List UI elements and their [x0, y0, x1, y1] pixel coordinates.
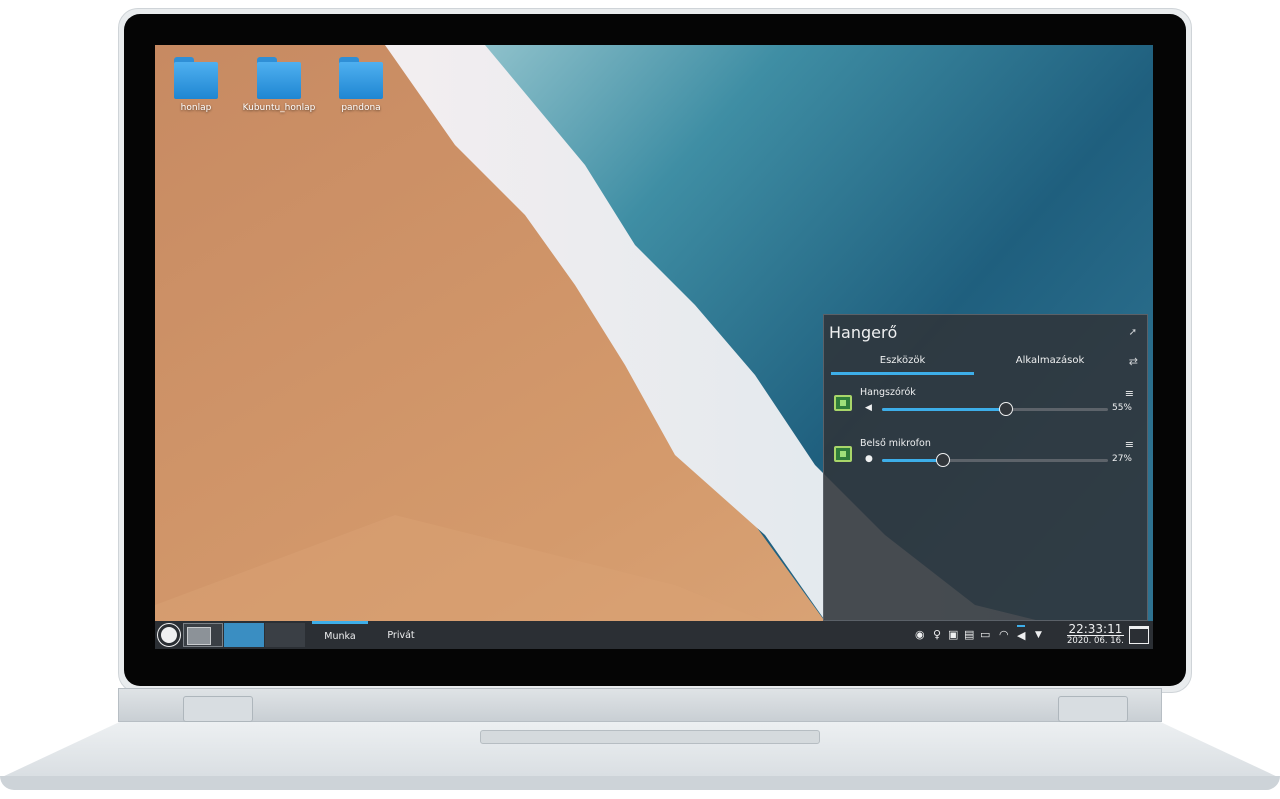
device-microphone: Belső mikrofon ≡ ● 27%	[832, 438, 1142, 484]
expand-tray-icon[interactable]: ▼	[1035, 630, 1042, 640]
folder-icon	[339, 57, 383, 99]
slider-handle[interactable]	[999, 402, 1014, 416]
desktop-icon[interactable]: pandona	[324, 57, 398, 114]
volume-fill	[882, 408, 1007, 411]
configure-icon[interactable]: ⇄	[1129, 355, 1138, 368]
notes-icon[interactable]: ▤	[964, 628, 974, 641]
clipboard-icon[interactable]: ▣	[948, 628, 958, 641]
microphone-icon[interactable]: ●	[865, 454, 873, 464]
hinge-left	[183, 696, 253, 722]
device-name: Belső mikrofon	[860, 438, 931, 449]
device-name: Hangszórók	[860, 387, 916, 398]
show-desktop-icon[interactable]	[1129, 626, 1149, 644]
menu-icon[interactable]: ≡	[1125, 387, 1134, 400]
volume-popup: Hangerő ➚ Eszközök Alkalmazások ⇄ Hangsz…	[823, 314, 1148, 621]
tab-devices[interactable]: Eszközök	[831, 353, 974, 375]
clock-date: 2020. 06. 16.	[1067, 636, 1124, 646]
user-icon[interactable]: ◉	[915, 628, 925, 641]
desktop-icon-label: Kubuntu_honlap	[242, 103, 316, 113]
wifi-icon[interactable]: ◠	[999, 628, 1009, 641]
hinge-bar	[118, 688, 1162, 722]
tab-applications[interactable]: Alkalmazások	[979, 353, 1121, 375]
popup-tabs: Eszközök Alkalmazások	[831, 353, 1121, 375]
speaker-icon[interactable]: ◀	[865, 403, 872, 413]
volume-slider[interactable]	[882, 402, 1108, 416]
volume-fill	[882, 459, 944, 462]
sound-card-icon	[834, 395, 852, 411]
slider-handle[interactable]	[936, 453, 951, 467]
volume-percent: 55%	[1111, 403, 1132, 413]
desktop-icon-label: pandona	[341, 103, 381, 113]
pin-icon[interactable]: ➚	[1129, 327, 1137, 338]
device-speakers: Hangszórók ≡ ◀ 55%	[832, 387, 1142, 433]
base-front-edge	[0, 776, 1280, 790]
desktop-icon-label: honlap	[180, 103, 212, 113]
menu-icon[interactable]: ≡	[1125, 438, 1134, 451]
volume-icon[interactable]: ◀	[1017, 625, 1026, 642]
desktop-icon[interactable]: honlap	[159, 57, 233, 114]
taskbar-panel: Munka Privát ◉ ♀ ▣ ▤ ▭ ◠ ◀ ▼ 22:33:11 20…	[155, 621, 1153, 649]
volume-percent: 27%	[1111, 454, 1132, 464]
pager-desktop-1[interactable]	[183, 623, 223, 647]
clock-time: 22:33:11	[1067, 622, 1124, 636]
activity-private[interactable]: Privát	[373, 621, 429, 649]
battery-icon[interactable]: ▭	[980, 628, 990, 641]
screen: honlap Kubuntu_honlap pandona Hangerő ➚ …	[155, 45, 1153, 649]
popup-title: Hangerő	[829, 323, 898, 342]
digital-clock[interactable]: 22:33:11 2020. 06. 16.	[1067, 623, 1124, 647]
pager-desktop-2[interactable]	[224, 623, 264, 647]
activity-work[interactable]: Munka	[312, 621, 368, 649]
bulb-icon[interactable]: ♀	[933, 628, 941, 641]
laptop-frame: honlap Kubuntu_honlap pandona Hangerő ➚ …	[0, 0, 1280, 799]
application-launcher-icon[interactable]	[158, 624, 180, 646]
pager-desktop-3[interactable]	[265, 623, 305, 647]
hinge-right	[1058, 696, 1128, 722]
keyboard-deck	[0, 718, 1280, 778]
laptop-base	[0, 688, 1280, 799]
volume-slider[interactable]	[882, 453, 1108, 467]
sound-card-icon	[834, 446, 852, 462]
folder-icon	[174, 57, 218, 99]
trackpad	[480, 730, 820, 744]
desktop-icon[interactable]: Kubuntu_honlap	[242, 57, 316, 114]
folder-icon	[257, 57, 301, 99]
